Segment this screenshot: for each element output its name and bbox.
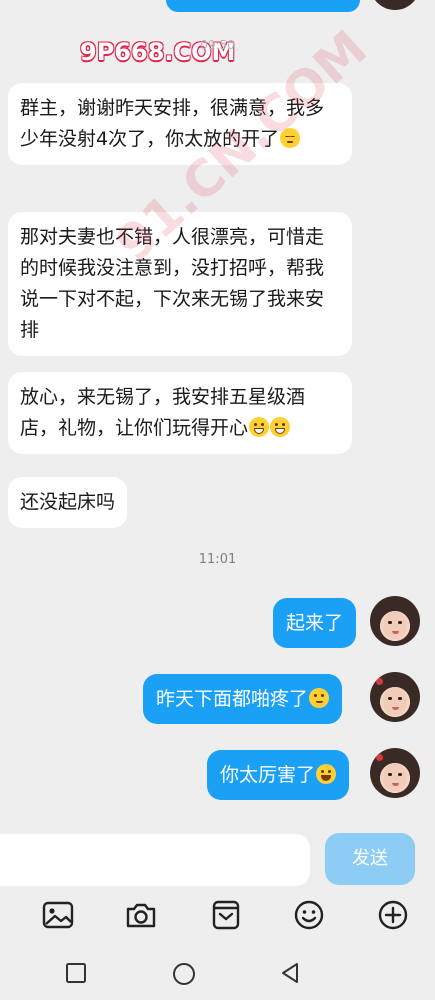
chat-area[interactable]: 9P668.COM 09:50 群主，谢谢昨天安排，很满意，我多少年没射4次了，… <box>0 0 435 828</box>
message-bubble-left[interactable]: 还没起床吗 <box>8 477 128 528</box>
avatar[interactable] <box>370 672 420 722</box>
pocket-icon[interactable] <box>209 898 243 932</box>
grin-emoji-icon <box>270 417 291 437</box>
image-icon[interactable] <box>41 898 75 932</box>
timestamp: 11:01 <box>198 552 237 567</box>
send-button[interactable]: 发送 <box>325 833 415 885</box>
grin-emoji-icon <box>249 417 270 437</box>
message-bubble-right[interactable]: 昨天下面都啪疼了 <box>143 674 343 724</box>
message-text: 还没起床吗 <box>20 491 116 513</box>
timestamp: 09:50 <box>200 38 235 52</box>
message-text: 昨天下面都啪疼了 <box>156 688 309 710</box>
smirk-emoji-icon <box>309 688 330 708</box>
camera-icon[interactable] <box>124 898 158 932</box>
message-bubble-left[interactable]: 放心，来无锡了，我安排五星级酒店，礼物，让你们玩得开心 <box>8 372 352 454</box>
message-input[interactable] <box>0 834 310 886</box>
avatar[interactable] <box>370 596 420 646</box>
avatar[interactable] <box>370 0 420 10</box>
tears-of-joy-emoji-icon <box>316 764 337 784</box>
input-bar: 发送 <box>0 828 435 890</box>
message-text: 起来了 <box>286 612 344 634</box>
chat-toolbar <box>0 890 435 940</box>
avatar[interactable] <box>370 748 420 798</box>
message-bubble-right[interactable]: 起来了 <box>273 598 357 648</box>
message-bubble-right[interactable]: 你太厉害了 <box>207 750 350 800</box>
plus-icon[interactable] <box>376 898 410 932</box>
message-text: 你太厉害了 <box>220 764 316 786</box>
recents-square-icon[interactable] <box>64 961 88 985</box>
message-bubble-partial[interactable] <box>166 0 360 12</box>
system-navbar <box>0 945 435 1000</box>
home-circle-icon[interactable] <box>171 961 197 987</box>
smiley-icon[interactable] <box>292 898 326 932</box>
back-triangle-icon[interactable] <box>278 961 302 985</box>
